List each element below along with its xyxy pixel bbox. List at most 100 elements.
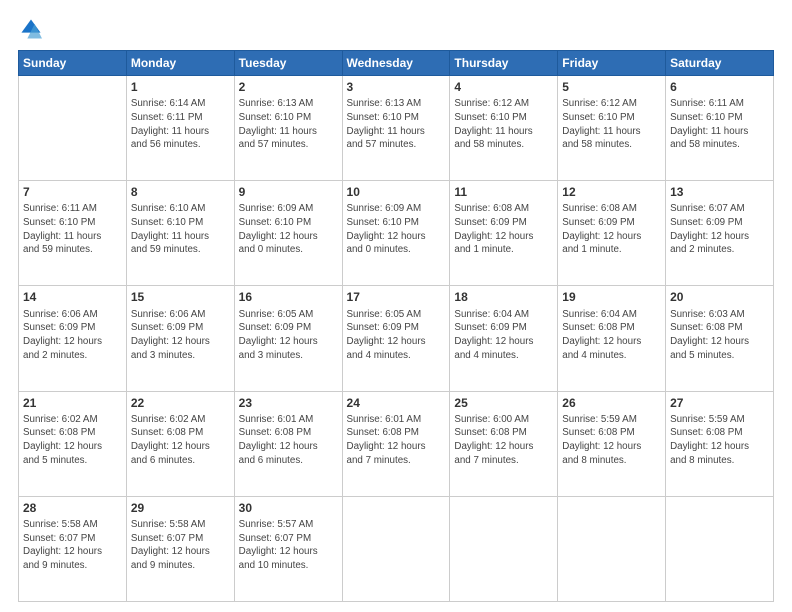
day-number: 30	[239, 500, 338, 516]
day-info: Sunrise: 6:10 AMSunset: 6:10 PMDaylight:…	[131, 202, 230, 257]
day-number: 12	[562, 184, 661, 200]
day-info: Sunrise: 6:01 AMSunset: 6:08 PMDaylight:…	[239, 413, 338, 468]
day-number: 4	[454, 79, 553, 95]
day-number: 18	[454, 289, 553, 305]
col-header-saturday: Saturday	[666, 51, 774, 76]
day-info: Sunrise: 6:04 AMSunset: 6:09 PMDaylight:…	[454, 308, 553, 363]
logo-icon	[20, 18, 42, 40]
day-info: Sunrise: 6:08 AMSunset: 6:09 PMDaylight:…	[454, 202, 553, 257]
calendar-cell: 19 Sunrise: 6:04 AMSunset: 6:08 PMDayligh…	[558, 286, 666, 391]
day-info: Sunrise: 5:59 AMSunset: 6:08 PMDaylight:…	[670, 413, 769, 468]
col-header-monday: Monday	[126, 51, 234, 76]
week-row-5: 28 Sunrise: 5:58 AMSunset: 6:07 PMDayligh…	[19, 496, 774, 601]
calendar-cell	[450, 496, 558, 601]
day-info: Sunrise: 6:13 AMSunset: 6:10 PMDaylight:…	[239, 97, 338, 152]
day-info: Sunrise: 6:14 AMSunset: 6:11 PMDaylight:…	[131, 97, 230, 152]
day-info: Sunrise: 6:06 AMSunset: 6:09 PMDaylight:…	[131, 308, 230, 363]
header-row: SundayMondayTuesdayWednesdayThursdayFrid…	[19, 51, 774, 76]
calendar-cell: 14 Sunrise: 6:06 AMSunset: 6:09 PMDayligh…	[19, 286, 127, 391]
week-row-1: 1 Sunrise: 6:14 AMSunset: 6:11 PMDaylight…	[19, 76, 774, 181]
week-row-2: 7 Sunrise: 6:11 AMSunset: 6:10 PMDaylight…	[19, 181, 774, 286]
day-info: Sunrise: 6:03 AMSunset: 6:08 PMDaylight:…	[670, 308, 769, 363]
calendar-cell	[558, 496, 666, 601]
logo	[18, 22, 42, 40]
day-number: 22	[131, 395, 230, 411]
day-number: 24	[347, 395, 446, 411]
day-number: 7	[23, 184, 122, 200]
day-number: 16	[239, 289, 338, 305]
day-info: Sunrise: 6:05 AMSunset: 6:09 PMDaylight:…	[239, 308, 338, 363]
day-number: 14	[23, 289, 122, 305]
calendar-cell: 16 Sunrise: 6:05 AMSunset: 6:09 PMDayligh…	[234, 286, 342, 391]
calendar-cell: 11 Sunrise: 6:08 AMSunset: 6:09 PMDayligh…	[450, 181, 558, 286]
calendar-cell: 22Sunrise: 6:02 AMSunset: 6:08 PMDayligh…	[126, 391, 234, 496]
day-number: 3	[347, 79, 446, 95]
day-number: 10	[347, 184, 446, 200]
day-info: Sunrise: 5:57 AMSunset: 6:07 PMDaylight:…	[239, 518, 338, 573]
day-info: Sunrise: 5:59 AMSunset: 6:08 PMDaylight:…	[562, 413, 661, 468]
calendar-cell: 29Sunrise: 5:58 AMSunset: 6:07 PMDayligh…	[126, 496, 234, 601]
day-info: Sunrise: 6:12 AMSunset: 6:10 PMDaylight:…	[454, 97, 553, 152]
day-number: 8	[131, 184, 230, 200]
calendar-cell: 8 Sunrise: 6:10 AMSunset: 6:10 PMDaylight…	[126, 181, 234, 286]
day-number: 21	[23, 395, 122, 411]
day-info: Sunrise: 6:01 AMSunset: 6:08 PMDaylight:…	[347, 413, 446, 468]
day-number: 6	[670, 79, 769, 95]
day-number: 13	[670, 184, 769, 200]
week-row-4: 21 Sunrise: 6:02 AMSunset: 6:08 PMDayligh…	[19, 391, 774, 496]
day-info: Sunrise: 6:08 AMSunset: 6:09 PMDaylight:…	[562, 202, 661, 257]
day-info: Sunrise: 6:09 AMSunset: 6:10 PMDaylight:…	[239, 202, 338, 257]
day-info: Sunrise: 6:04 AMSunset: 6:08 PMDaylight:…	[562, 308, 661, 363]
calendar-cell: 12 Sunrise: 6:08 AMSunset: 6:09 PMDayligh…	[558, 181, 666, 286]
day-info: Sunrise: 6:09 AMSunset: 6:10 PMDaylight:…	[347, 202, 446, 257]
day-number: 25	[454, 395, 553, 411]
day-number: 1	[131, 79, 230, 95]
calendar-cell: 10 Sunrise: 6:09 AMSunset: 6:10 PMDayligh…	[342, 181, 450, 286]
day-number: 11	[454, 184, 553, 200]
day-number: 19	[562, 289, 661, 305]
calendar-cell: 2 Sunrise: 6:13 AMSunset: 6:10 PMDaylight…	[234, 76, 342, 181]
calendar-cell: 1 Sunrise: 6:14 AMSunset: 6:11 PMDaylight…	[126, 76, 234, 181]
calendar-cell: 25Sunrise: 6:00 AMSunset: 6:08 PMDayligh…	[450, 391, 558, 496]
day-info: Sunrise: 6:05 AMSunset: 6:09 PMDaylight:…	[347, 308, 446, 363]
day-number: 2	[239, 79, 338, 95]
calendar-cell: 15 Sunrise: 6:06 AMSunset: 6:09 PMDayligh…	[126, 286, 234, 391]
calendar-cell: 27 Sunrise: 5:59 AMSunset: 6:08 PMDayligh…	[666, 391, 774, 496]
calendar-cell: 6Sunrise: 6:11 AMSunset: 6:10 PMDaylight…	[666, 76, 774, 181]
calendar-cell: 13 Sunrise: 6:07 AMSunset: 6:09 PMDayligh…	[666, 181, 774, 286]
calendar-cell: 18 Sunrise: 6:04 AMSunset: 6:09 PMDayligh…	[450, 286, 558, 391]
calendar-cell: 30 Sunrise: 5:57 AMSunset: 6:07 PMDayligh…	[234, 496, 342, 601]
day-number: 28	[23, 500, 122, 516]
day-number: 29	[131, 500, 230, 516]
calendar-cell: 26 Sunrise: 5:59 AMSunset: 6:08 PMDayligh…	[558, 391, 666, 496]
day-info: Sunrise: 6:12 AMSunset: 6:10 PMDaylight:…	[562, 97, 661, 152]
week-row-3: 14 Sunrise: 6:06 AMSunset: 6:09 PMDayligh…	[19, 286, 774, 391]
day-number: 20	[670, 289, 769, 305]
calendar-cell: 23Sunrise: 6:01 AMSunset: 6:08 PMDayligh…	[234, 391, 342, 496]
calendar-cell: 3Sunrise: 6:13 AMSunset: 6:10 PMDaylight…	[342, 76, 450, 181]
col-header-tuesday: Tuesday	[234, 51, 342, 76]
day-info: Sunrise: 6:06 AMSunset: 6:09 PMDaylight:…	[23, 308, 122, 363]
day-number: 26	[562, 395, 661, 411]
day-number: 27	[670, 395, 769, 411]
calendar-cell	[666, 496, 774, 601]
calendar-cell: 4 Sunrise: 6:12 AMSunset: 6:10 PMDaylight…	[450, 76, 558, 181]
calendar-cell: 17Sunrise: 6:05 AMSunset: 6:09 PMDayligh…	[342, 286, 450, 391]
col-header-sunday: Sunday	[19, 51, 127, 76]
calendar-cell: 28 Sunrise: 5:58 AMSunset: 6:07 PMDayligh…	[19, 496, 127, 601]
day-info: Sunrise: 6:07 AMSunset: 6:09 PMDaylight:…	[670, 202, 769, 257]
calendar-header: SundayMondayTuesdayWednesdayThursdayFrid…	[19, 51, 774, 76]
day-info: Sunrise: 6:02 AMSunset: 6:08 PMDaylight:…	[23, 413, 122, 468]
day-number: 9	[239, 184, 338, 200]
calendar-body: 1 Sunrise: 6:14 AMSunset: 6:11 PMDaylight…	[19, 76, 774, 602]
day-number: 15	[131, 289, 230, 305]
day-info: Sunrise: 6:11 AMSunset: 6:10 PMDaylight:…	[23, 202, 122, 257]
calendar-cell: 9 Sunrise: 6:09 AMSunset: 6:10 PMDaylight…	[234, 181, 342, 286]
calendar-cell: 5 Sunrise: 6:12 AMSunset: 6:10 PMDaylight…	[558, 76, 666, 181]
day-number: 5	[562, 79, 661, 95]
calendar-cell: 24 Sunrise: 6:01 AMSunset: 6:08 PMDayligh…	[342, 391, 450, 496]
day-info: Sunrise: 5:58 AMSunset: 6:07 PMDaylight:…	[23, 518, 122, 573]
header	[18, 18, 774, 40]
page: SundayMondayTuesdayWednesdayThursdayFrid…	[0, 0, 792, 612]
calendar-cell: 21 Sunrise: 6:02 AMSunset: 6:08 PMDayligh…	[19, 391, 127, 496]
